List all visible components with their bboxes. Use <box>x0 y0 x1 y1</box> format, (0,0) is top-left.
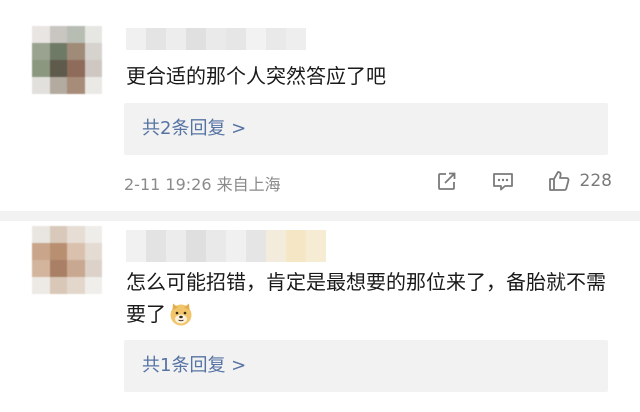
thumbs-up-icon <box>548 171 569 191</box>
like-button[interactable]: 228 <box>546 168 612 194</box>
share-icon <box>437 172 455 190</box>
comment-actions: 228 <box>404 168 612 194</box>
comment-location: 来自上海 <box>216 175 281 194</box>
username-mosaic[interactable] <box>126 28 306 50</box>
comment-item: 更合适的那个人突然答应了吧 共2条回复 > 2-11 19:26 来自上海 22… <box>0 0 640 212</box>
view-replies-link[interactable]: 共2条回复 > <box>142 115 246 143</box>
comment-button[interactable] <box>490 168 516 194</box>
comment-meta: 2-11 19:26 来自上海 <box>124 171 281 195</box>
comment-text: 更合适的那个人突然答应了吧 <box>126 64 386 88</box>
reply-box[interactable]: 共2条回复 > <box>124 103 608 155</box>
comment-item: 怎么可能招错，肯定是最想要的那位来了，备胎就不需要了 共1条回复 > <box>0 222 640 412</box>
like-count: 228 <box>579 171 612 191</box>
avatar[interactable] <box>32 26 102 94</box>
view-replies-link[interactable]: 共1条回复 > <box>142 352 246 380</box>
comment-text: 怎么可能招错，肯定是最想要的那位来了，备胎就不需要了 <box>126 266 616 330</box>
reply-box[interactable]: 共1条回复 > <box>124 340 608 392</box>
comment-text-content: 怎么可能招错，肯定是最想要的那位来了，备胎就不需要了 <box>126 270 606 326</box>
share-button[interactable] <box>434 168 460 194</box>
comment-divider <box>0 211 640 221</box>
comment-time: 2-11 19:26 <box>124 175 212 194</box>
avatar[interactable] <box>32 226 102 294</box>
doge-emoji-icon <box>168 301 194 327</box>
username-mosaic[interactable] <box>126 230 326 262</box>
comment-icon <box>492 173 513 191</box>
